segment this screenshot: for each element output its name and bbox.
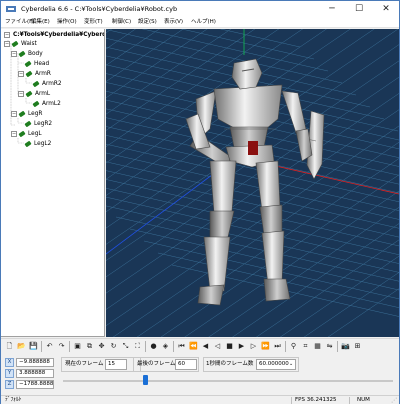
x-coord-label: X <box>5 358 14 367</box>
menu-edit[interactable]: 編集(E) <box>31 17 50 28</box>
current-frame-field[interactable]: 15 <box>105 359 127 370</box>
z-coord-label: Z <box>5 380 14 389</box>
select-tool-icon[interactable]: ▣ <box>72 341 83 352</box>
open-folder-icon[interactable]: 📂 <box>16 341 27 352</box>
3d-viewport[interactable] <box>106 29 399 337</box>
tree-node-label: ArmR <box>35 71 51 77</box>
step-forward-icon[interactable]: ▷ <box>248 341 259 352</box>
grid-line <box>141 29 329 72</box>
tree-node-label: LegR2 <box>34 121 53 127</box>
grid-line <box>106 188 399 256</box>
stop-icon[interactable]: ■ <box>224 341 235 352</box>
next-key-icon[interactable]: ⏩ <box>260 341 271 352</box>
status-bar: ﾃﾞﾌｫﾙﾄ FPS 36.241325 NUM ⋰ <box>1 395 399 404</box>
y-coord-field[interactable]: 3.888888 <box>16 369 54 378</box>
current-frame-label: 現在のフレーム <box>65 361 104 367</box>
expander-icon[interactable]: − <box>11 51 17 57</box>
expander-icon[interactable]: − <box>18 91 24 97</box>
move-tool-icon[interactable]: ✥ <box>96 341 107 352</box>
redo-icon[interactable]: ↷ <box>56 341 67 352</box>
x-coord-field[interactable]: −9.888888 <box>16 358 54 367</box>
step-back-icon[interactable]: ◁ <box>212 341 223 352</box>
tree-node-label: LegL <box>28 131 42 137</box>
toolbar-separator <box>41 341 42 352</box>
last-frame-icon[interactable]: ⏭ <box>272 341 283 352</box>
z-coord-field[interactable]: −1788.888888 <box>16 380 54 389</box>
tree-node-label: LegR <box>28 111 43 117</box>
rotate-tool-icon[interactable]: ↻ <box>108 341 119 352</box>
pin-icon[interactable]: ⚲ <box>288 341 299 352</box>
menu-operation[interactable]: 操作(O) <box>57 17 77 28</box>
toolbar-separator <box>173 341 174 352</box>
tree-node-label: ArmL <box>35 91 51 97</box>
play-icon[interactable]: ▶ <box>236 341 247 352</box>
play-reverse-icon[interactable]: ◀ <box>200 341 211 352</box>
camera-icon[interactable]: 📷 <box>340 341 351 352</box>
save-icon[interactable]: 💾 <box>28 341 39 352</box>
grid-line <box>106 38 357 96</box>
mirror-icon[interactable]: ⇋ <box>324 341 335 352</box>
status-divider <box>349 397 350 404</box>
snap-icon[interactable]: ⌗ <box>300 341 311 352</box>
menu-transform[interactable]: 変形(T) <box>84 17 103 28</box>
bone-tree-panel[interactable]: − C:¥Tools¥Cyberdelia¥Cyberdelia¥ − Wais… <box>1 29 105 337</box>
tree-node-label: ArmL2 <box>42 101 61 107</box>
maximize-button[interactable]: ☐ <box>346 1 372 17</box>
tree-node-label: ArmR2 <box>42 81 62 87</box>
frame-slider-track[interactable] <box>63 380 393 382</box>
expander-icon[interactable]: − <box>11 131 17 137</box>
last-frame-label: 最後のフレーム <box>137 361 176 367</box>
menu-bar: ファイル(F) 編集(E) 操作(O) 変形(T) 制御(C) 設定(S) 表示… <box>1 17 399 28</box>
expander-icon[interactable]: − <box>4 41 10 47</box>
toolbar-separator <box>145 341 146 352</box>
view-icon[interactable]: ⊞ <box>352 341 363 352</box>
keyframe-icon[interactable]: ◈ <box>160 341 171 352</box>
grid-line <box>106 205 399 273</box>
toolbar-separator <box>285 341 286 352</box>
y-coord-label: Y <box>5 369 14 378</box>
undo-icon[interactable]: ↶ <box>44 341 55 352</box>
first-frame-icon[interactable]: ⏮ <box>176 341 187 352</box>
chevron-down-icon[interactable]: ⌄ <box>289 359 293 370</box>
tree-node-label: LegL2 <box>34 141 52 147</box>
minimize-button[interactable]: ─ <box>319 1 345 17</box>
tree-node-label: Body <box>28 51 43 57</box>
tree-node-label: Waist <box>21 41 37 47</box>
main-toolbar: 🗋 📂 💾 ↶ ↷ ▣ ⧉ ✥ ↻ ⤡ ⛶ ● ◈ ⏮ ⏪ ◀ ◁ ■ ▶ ▷ ⏩ ⏭ ⚲ ⌗ ▦ ⇋ 📷 ⊞ <box>1 338 399 354</box>
prev-key-icon[interactable]: ⏪ <box>188 341 199 352</box>
title-bar[interactable]: Cyberdelia 6.6 - C:¥Tools¥Cyberdelia¥Rob… <box>1 1 399 17</box>
toolbar-separator <box>69 341 70 352</box>
copy-icon[interactable]: ⧉ <box>84 341 95 352</box>
new-file-icon[interactable]: 🗋 <box>4 341 15 352</box>
status-divider <box>291 397 292 404</box>
app-logo-icon <box>6 6 16 12</box>
window-title: Cyberdelia 6.6 - C:¥Tools¥Cyberdelia¥Rob… <box>21 5 178 13</box>
frame-slider-thumb[interactable] <box>143 375 148 385</box>
expander-icon[interactable]: − <box>18 71 24 77</box>
menu-control[interactable]: 制御(C) <box>112 17 131 28</box>
expander-icon[interactable]: − <box>4 32 10 38</box>
expander-icon[interactable]: − <box>11 111 17 117</box>
grid-line <box>106 179 399 247</box>
close-button[interactable]: ✕ <box>373 1 399 17</box>
menu-settings[interactable]: 設定(S) <box>138 17 157 28</box>
viewport-scene <box>106 29 399 337</box>
grid-line <box>106 196 399 264</box>
record-icon[interactable]: ● <box>148 341 159 352</box>
zoom-icon[interactable]: ⛶ <box>132 341 143 352</box>
transform-controls: X −9.888888 Y 3.888888 Z −1788.888888 現在… <box>1 355 399 395</box>
toolbar-separator <box>337 341 338 352</box>
menu-help[interactable]: ヘルプ(H) <box>191 17 216 28</box>
grid-icon[interactable]: ▦ <box>312 341 323 352</box>
fps-label: 1秒間のフレーム数 <box>206 361 254 367</box>
scale-tool-icon[interactable]: ⤡ <box>120 341 131 352</box>
menu-view[interactable]: 表示(V) <box>164 17 183 28</box>
app-window: Cyberdelia 6.6 - C:¥Tools¥Cyberdelia¥Rob… <box>0 0 400 404</box>
grid-line <box>115 216 399 282</box>
last-frame-field[interactable]: 60 <box>175 359 197 370</box>
tree-node-label: Head <box>34 61 50 67</box>
